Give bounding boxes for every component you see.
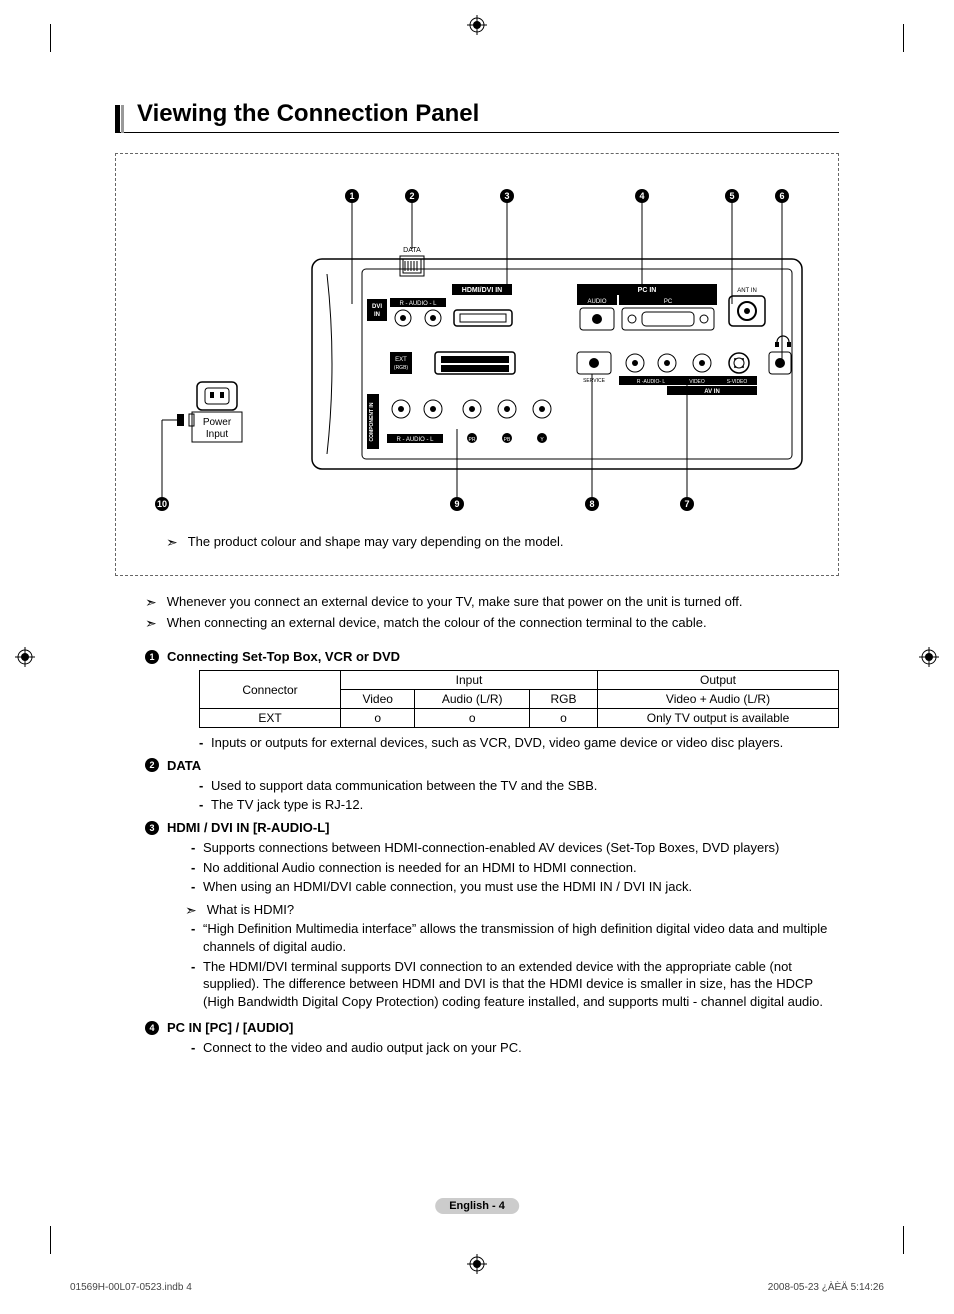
note-text: Whenever you connect an external device … xyxy=(167,594,743,609)
callout-badge: 2 xyxy=(145,758,159,772)
th-output: Output xyxy=(598,671,839,690)
svg-text:PR: PR xyxy=(469,437,476,443)
svg-text:DVI: DVI xyxy=(372,304,382,310)
th-audio: Audio (L/R) xyxy=(415,690,530,709)
general-note: ➣ When connecting an external device, ma… xyxy=(145,615,839,632)
svg-text:COMPONENT IN: COMPONENT IN xyxy=(369,402,375,441)
section-pc-in: 4 PC IN [PC] / [AUDIO] -Connect to the v… xyxy=(145,1020,839,1057)
svg-text:Input: Input xyxy=(206,429,228,440)
svg-text:AUDIO: AUDIO xyxy=(587,299,606,305)
svg-text:IN: IN xyxy=(374,312,380,318)
section-heading: Connecting Set-Top Box, VCR or DVD xyxy=(167,649,400,664)
svg-text:R -AUDIO- L: R -AUDIO- L xyxy=(637,379,666,385)
note-arrow-icon: ➣ xyxy=(166,534,178,551)
crop-mark xyxy=(903,1226,904,1254)
bullet-item: -Inputs or outputs for external devices,… xyxy=(199,734,839,752)
svg-text:2: 2 xyxy=(409,191,414,201)
svg-text:1: 1 xyxy=(349,191,354,201)
note-text: When connecting an external device, matc… xyxy=(167,615,707,630)
note-arrow-icon: ➣ xyxy=(145,615,157,632)
th-connector: Connector xyxy=(200,671,341,709)
crop-mark xyxy=(50,1226,51,1254)
svg-text:10: 10 xyxy=(157,499,167,509)
svg-text:PC: PC xyxy=(664,299,673,305)
panel-svg: 1 2 3 4 5 6 xyxy=(137,184,817,524)
svg-text:9: 9 xyxy=(454,499,459,509)
td-cell: o xyxy=(415,709,530,728)
th-input: Input xyxy=(341,671,598,690)
td-output: Only TV output is available xyxy=(598,709,839,728)
general-note: ➣ Whenever you connect an external devic… xyxy=(145,594,839,611)
registration-mark-icon xyxy=(15,647,35,667)
bullet-item: -“High Definition Multimedia interface” … xyxy=(191,920,839,955)
th-rgb: RGB xyxy=(530,690,598,709)
td-cell: o xyxy=(530,709,598,728)
section-hdmi-dvi: 3 HDMI / DVI IN [R-AUDIO-L] -Supports co… xyxy=(145,820,839,1010)
diagram-note: ➣ The product colour and shape may vary … xyxy=(166,534,818,551)
svg-text:7: 7 xyxy=(684,499,689,509)
td-ext: EXT xyxy=(200,709,341,728)
svg-text:ANT IN: ANT IN xyxy=(737,288,757,294)
callout-badge: 3 xyxy=(145,821,159,835)
bullet-item: -Connect to the video and audio output j… xyxy=(191,1039,839,1057)
svg-text:4: 4 xyxy=(639,191,644,201)
section-heading: HDMI / DVI IN [R-AUDIO-L] xyxy=(167,820,329,835)
svg-text:PC IN: PC IN xyxy=(638,287,657,294)
page-title: Viewing the Connection Panel xyxy=(137,100,839,128)
page-number-pill: English - 4 xyxy=(435,1198,519,1214)
registration-mark-icon xyxy=(467,1254,487,1274)
svg-text:R - AUDIO - L: R - AUDIO - L xyxy=(399,301,437,307)
svg-text:(RGB): (RGB) xyxy=(394,365,409,371)
note-arrow-icon: ➣ xyxy=(185,902,197,919)
svg-text:Power: Power xyxy=(203,417,232,428)
bullet-item: -When using an HDMI/DVI cable connection… xyxy=(191,878,839,896)
bullet-item: -The TV jack type is RJ-12. xyxy=(199,796,839,814)
bullet-item: -The HDMI/DVI terminal supports DVI conn… xyxy=(191,958,839,1011)
td-cell: o xyxy=(341,709,415,728)
note-arrow-icon: ➣ xyxy=(145,594,157,611)
svg-text:5: 5 xyxy=(729,191,734,201)
bullet-item: -Supports connections between HDMI-conne… xyxy=(191,839,839,857)
diagram-box: 1 2 3 4 5 6 xyxy=(115,153,839,576)
svg-text:HDMI/DVI IN: HDMI/DVI IN xyxy=(462,287,502,294)
th-video: Video xyxy=(341,690,415,709)
connector-table: Connector Input Output Video Audio (L/R)… xyxy=(199,670,839,728)
callout-badge: 1 xyxy=(145,650,159,664)
footer-filename: 01569H-00L07-0523.indb 4 xyxy=(70,1282,192,1293)
footer-timestamp: 2008-05-23 ¿ÀÈÄ 5:14:26 xyxy=(768,1282,884,1293)
section-heading: DATA xyxy=(167,758,201,773)
svg-text:PB: PB xyxy=(504,437,511,443)
connection-panel-diagram: 1 2 3 4 5 6 xyxy=(136,184,818,524)
page-header: Viewing the Connection Panel xyxy=(115,100,839,133)
crop-mark xyxy=(903,24,904,52)
section-connecting-settop: 1 Connecting Set-Top Box, VCR or DVD Con… xyxy=(145,649,839,752)
registration-mark-icon xyxy=(919,647,939,667)
section-heading: PC IN [PC] / [AUDIO] xyxy=(167,1020,293,1035)
svg-text:VIDEO: VIDEO xyxy=(689,379,705,385)
bullet-item: -Used to support data communication betw… xyxy=(199,777,839,795)
svg-text:AV IN: AV IN xyxy=(704,389,720,395)
svg-text:EXT: EXT xyxy=(395,357,407,363)
callout-badge: 4 xyxy=(145,1021,159,1035)
registration-mark-icon xyxy=(467,15,487,35)
svg-text:SERVICE: SERVICE xyxy=(583,378,606,384)
note-text: The product colour and shape may vary de… xyxy=(188,534,564,549)
svg-text:3: 3 xyxy=(504,191,509,201)
svg-text:8: 8 xyxy=(589,499,594,509)
svg-text:6: 6 xyxy=(779,191,784,201)
bullet-item: -No additional Audio connection is neede… xyxy=(191,859,839,877)
th-video-audio: Video + Audio (L/R) xyxy=(598,690,839,709)
crop-mark xyxy=(50,24,51,52)
svg-text:DATA: DATA xyxy=(403,247,421,254)
svg-text:S-VIDEO: S-VIDEO xyxy=(727,379,748,385)
section-data: 2 DATA -Used to support data communicati… xyxy=(145,758,839,814)
page: Viewing the Connection Panel 1 2 3 4 5 6 xyxy=(0,0,954,1314)
svg-text:R - AUDIO - L: R - AUDIO - L xyxy=(396,437,434,443)
what-is-hdmi: ➣ What is HDMI? xyxy=(185,902,839,919)
